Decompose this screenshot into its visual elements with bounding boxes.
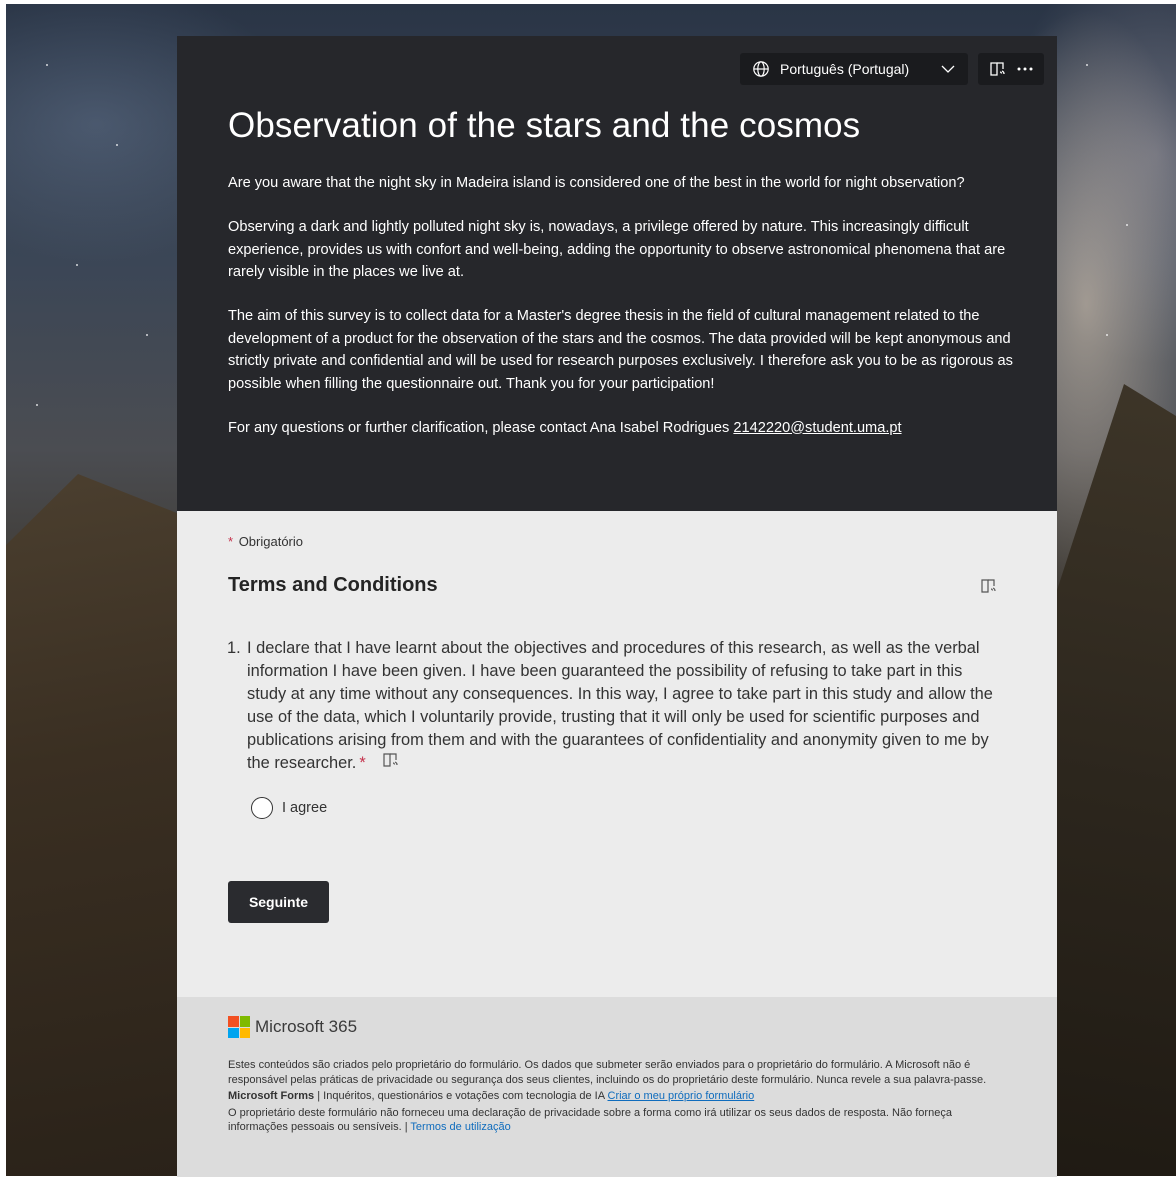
immersive-reader-icon	[989, 62, 1005, 76]
immersive-reader-button[interactable]	[987, 58, 1009, 80]
option-i-agree[interactable]: I agree	[251, 797, 327, 819]
footer-text: Estes conteúdos são criados pelo proprie…	[228, 1058, 1008, 1137]
background-mountain-right	[1046, 384, 1176, 1176]
form-description: Are you aware that the night sky in Made…	[228, 172, 1043, 461]
microsoft-365-logo: Microsoft 365	[228, 1016, 357, 1038]
chevron-down-icon	[941, 65, 955, 73]
more-icon	[1017, 67, 1032, 71]
header-toolbar	[978, 53, 1044, 85]
question-text: I declare that I have learnt about the o…	[247, 639, 993, 772]
language-select[interactable]: Português (Portugal)	[740, 53, 968, 85]
form-title: Observation of the stars and the cosmos	[228, 106, 861, 145]
description-paragraph: Observing a dark and lightly polluted ni…	[228, 219, 1006, 280]
brand-name: Microsoft 365	[255, 1017, 358, 1036]
required-asterisk: *	[359, 754, 366, 772]
background-mountain-left	[6, 474, 186, 1176]
immersive-reader-icon	[981, 579, 996, 593]
option-label: I agree	[282, 800, 328, 816]
next-button[interactable]: Seguinte	[228, 881, 329, 923]
microsoft-logo-icon	[228, 1016, 250, 1038]
create-form-link[interactable]: Criar o meu próprio formulário	[608, 1090, 755, 1102]
section-immersive-reader-button[interactable]	[980, 578, 1000, 596]
question-immersive-reader-button[interactable]	[382, 752, 400, 775]
required-label: Obrigatório	[238, 534, 303, 549]
language-label: Português (Portugal)	[780, 61, 910, 77]
form-footer: Microsoft 365 Estes conteúdos são criado…	[177, 997, 1057, 1177]
more-options-button[interactable]	[1014, 58, 1036, 80]
required-note: * Obrigatório	[228, 534, 303, 549]
form-header: Português (Portugal) Observation of the …	[177, 36, 1057, 511]
question-1: 1. I declare that I have learnt about th…	[227, 637, 997, 775]
section-title: Terms and Conditions	[228, 574, 438, 596]
description-paragraph: Are you aware that the night sky in Made…	[228, 175, 965, 191]
contact-email-link[interactable]: 2142220@student.uma.pt	[733, 420, 901, 436]
description-paragraph: The aim of this survey is to collect dat…	[228, 308, 1013, 392]
form-card: Português (Portugal) Observation of the …	[177, 36, 1057, 1177]
footer-privacy-line: O proprietário deste formulário não forn…	[228, 1106, 1008, 1135]
footer-forms-line: Microsoft Forms | Inquéritos, questionár…	[228, 1089, 1008, 1104]
terms-of-use-link[interactable]: Termos de utilização	[410, 1121, 510, 1133]
required-asterisk: *	[228, 534, 234, 549]
contact-line: For any questions or further clarificati…	[228, 417, 1043, 440]
forms-name: Microsoft Forms	[228, 1090, 315, 1102]
forms-tagline: | Inquéritos, questionários e votações c…	[314, 1090, 608, 1102]
globe-icon	[753, 61, 769, 77]
immersive-reader-icon	[383, 753, 398, 767]
question-number: 1.	[227, 639, 241, 657]
form-body: * Obrigatório Terms and Conditions 1. I …	[177, 511, 1057, 997]
privacy-text: O proprietário deste formulário não forn…	[228, 1106, 952, 1134]
footer-disclaimer: Estes conteúdos são criados pelo proprie…	[228, 1059, 987, 1086]
contact-text: For any questions or further clarificati…	[228, 419, 734, 436]
radio-button[interactable]	[251, 797, 273, 819]
